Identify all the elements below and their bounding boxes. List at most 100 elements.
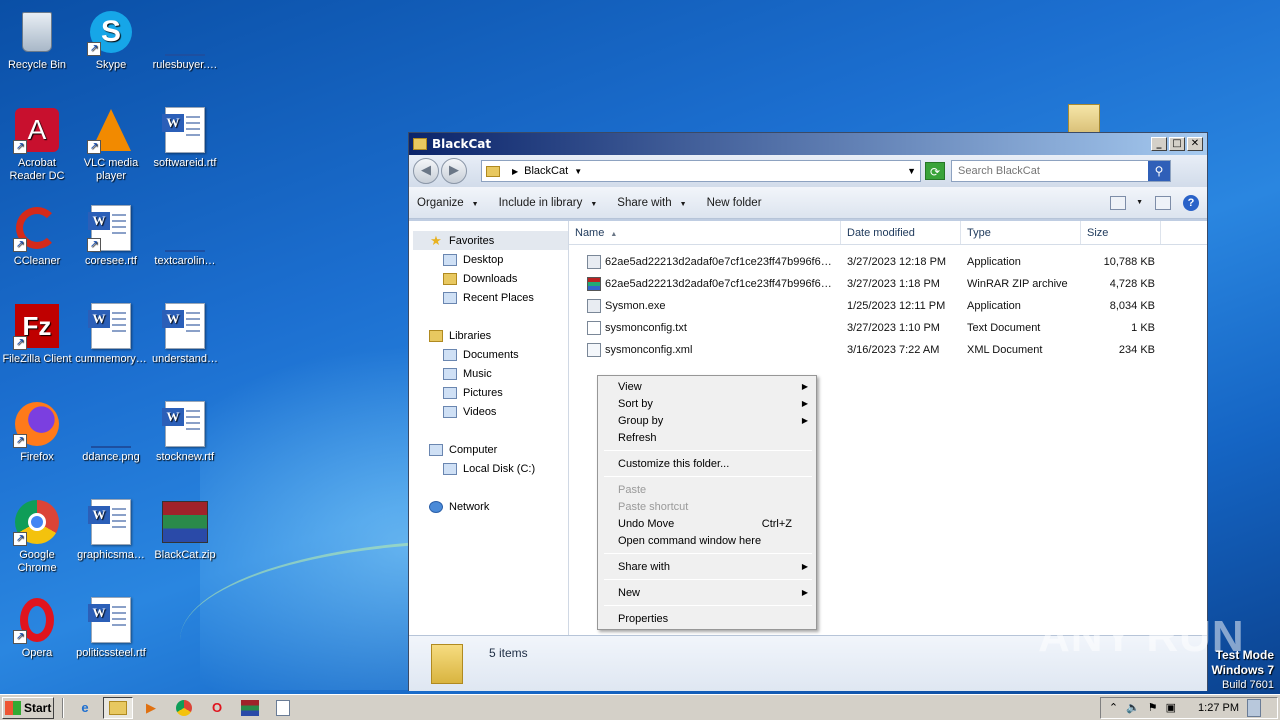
share-with-button[interactable]: Share with ▼ (617, 197, 686, 209)
network-icon (429, 500, 443, 513)
menu-item-open-command-window[interactable]: Open command window here (600, 532, 814, 549)
text-document-icon (587, 321, 601, 335)
chevron-down-icon[interactable]: ▼ (1136, 199, 1143, 206)
window-titlebar[interactable]: BlackCat _ □ ✕ (409, 133, 1207, 155)
search-icon[interactable]: ⚲ (1148, 161, 1170, 181)
desktop-icon-vlc[interactable]: ↗ VLC media player (74, 106, 148, 183)
desktop-icon-ccleaner[interactable]: ↗ CCleaner (0, 204, 74, 268)
nav-favorites[interactable]: ★ Favorites (413, 231, 568, 250)
desktop-icon-graphicsma[interactable]: W graphicsma… (74, 498, 148, 562)
desktop-icon-coresee[interactable]: W ↗ coresee.rtf (74, 204, 148, 268)
back-button[interactable]: ◀ (413, 158, 439, 184)
help-icon[interactable]: ? (1183, 194, 1199, 211)
desktop-icon-blackcat-zip[interactable]: BlackCat.zip (148, 498, 222, 562)
desktop-icon-chrome[interactable]: ↗ Google Chrome (0, 498, 74, 575)
desktop-icon-softwareid[interactable]: W softwareid.rtf (148, 106, 222, 170)
menu-item-sort-by[interactable]: Sort by ▶ (600, 395, 814, 412)
nav-desktop[interactable]: Desktop (409, 250, 568, 269)
menu-item-undo-move[interactable]: Undo Move Ctrl+Z (600, 515, 814, 532)
opera-taskbar-icon[interactable]: O (202, 697, 232, 719)
desktop-icon-opera[interactable]: ↗ Opera (0, 596, 74, 660)
nav-computer[interactable]: Computer (409, 440, 568, 459)
nav-music[interactable]: Music (409, 364, 568, 383)
menu-item-view[interactable]: View ▶ (600, 378, 814, 395)
maximize-button[interactable]: □ (1169, 137, 1185, 151)
nav-videos[interactable]: Videos (409, 402, 568, 421)
nav-network[interactable]: Network (409, 497, 568, 516)
star-icon: ★ (430, 232, 442, 248)
show-hidden-icons-icon[interactable]: ⌃ (1109, 701, 1118, 714)
network-tray-icon[interactable]: ▣ (1166, 701, 1176, 714)
show-desktop-button[interactable] (1247, 698, 1261, 717)
volume-icon[interactable]: 🔈 (1126, 701, 1140, 714)
nav-recent-places[interactable]: Recent Places (409, 288, 568, 307)
include-in-library-button[interactable]: Include in library ▼ (499, 197, 598, 209)
minimize-button[interactable]: _ (1151, 137, 1167, 151)
organize-button[interactable]: Organize ▼ (417, 197, 479, 209)
search-input[interactable] (952, 165, 1148, 177)
nav-pictures[interactable]: Pictures (409, 383, 568, 402)
chevron-right-icon[interactable]: ▶ (512, 167, 518, 176)
desktop-icon-stocknew[interactable]: W stocknew.rtf (148, 400, 222, 464)
menu-item-properties[interactable]: Properties (600, 610, 814, 627)
nav-documents[interactable]: Documents (409, 345, 568, 364)
desktop-icon-skype[interactable]: S ↗ Skype (74, 8, 148, 72)
file-row[interactable]: sysmonconfig.xml 3/16/2023 7:22 AM XML D… (569, 339, 1207, 361)
desktop-icon-politicssteel[interactable]: W politicssteel.rtf (74, 596, 148, 660)
desktop-icon-ddance[interactable]: ddance.png (74, 400, 148, 464)
breadcrumb-blackcat[interactable]: BlackCat (524, 165, 568, 177)
winrar-taskbar-icon[interactable] (235, 697, 265, 719)
desktop-icon-understand[interactable]: W understand… (148, 302, 222, 366)
new-folder-button[interactable]: New folder (707, 197, 762, 209)
blank-file-icon (161, 204, 209, 252)
file-row[interactable]: Sysmon.exe 1/25/2023 12:11 PM Applicatio… (569, 295, 1207, 317)
libraries-icon (429, 329, 443, 342)
desktop-icon-firefox[interactable]: ↗ Firefox (0, 400, 74, 464)
clock[interactable]: 1:27 PM (1198, 702, 1239, 714)
column-date-modified[interactable]: Date modified (841, 221, 961, 244)
search-box[interactable]: ⚲ (951, 160, 1171, 182)
videos-icon (443, 405, 457, 418)
desktop-icon-filezilla[interactable]: Fz ↗ FileZilla Client (0, 302, 74, 366)
file-row[interactable]: 62ae5ad22213d2adaf0e7cf1ce23ff47b996f6… … (569, 273, 1207, 295)
action-center-icon[interactable]: ⚑ (1148, 701, 1158, 714)
column-name[interactable]: Name ▲ (569, 221, 841, 244)
notepad-taskbar-icon[interactable] (268, 697, 298, 719)
explorer-taskbar-icon[interactable] (103, 696, 133, 719)
start-button[interactable]: Start (2, 696, 54, 719)
internet-explorer-icon[interactable]: e (70, 697, 100, 719)
refresh-icon[interactable]: ⟳ (925, 162, 945, 180)
forward-button[interactable]: ▶ (441, 158, 467, 184)
desktop-icon-rulesbuyer[interactable]: rulesbuyer.… (148, 8, 222, 72)
chevron-down-icon[interactable]: ▼ (574, 167, 582, 176)
menu-item-refresh[interactable]: Refresh (600, 429, 814, 446)
desktop-icon-recycle-bin[interactable]: Recycle Bin (0, 8, 74, 72)
file-row[interactable]: sysmonconfig.txt 3/27/2023 1:10 PM Text … (569, 317, 1207, 339)
menu-item-new[interactable]: New ▶ (600, 584, 814, 601)
media-player-icon[interactable]: ▶ (136, 697, 166, 719)
hidden-desktop-icon (1068, 104, 1100, 134)
close-button[interactable]: ✕ (1187, 137, 1203, 151)
desktop-icon-cummemory[interactable]: W cummemory… (74, 302, 148, 366)
column-size[interactable]: Size (1081, 221, 1161, 244)
column-type[interactable]: Type (961, 221, 1081, 244)
windows-logo-icon (5, 700, 21, 715)
chrome-taskbar-icon[interactable] (169, 697, 199, 719)
nav-downloads[interactable]: Downloads (409, 269, 568, 288)
desktop-icon-textcarolin[interactable]: textcarolin… (148, 204, 222, 268)
folder-icon (486, 165, 500, 177)
address-box[interactable]: ▶ BlackCat ▼ ▼ (481, 160, 921, 182)
computer-icon (429, 443, 443, 456)
menu-item-customize-folder[interactable]: Customize this folder... (600, 455, 814, 472)
menu-item-group-by[interactable]: Group by ▶ (600, 412, 814, 429)
address-history-dropdown[interactable]: ▼ (907, 166, 916, 176)
recent-places-icon (443, 291, 457, 304)
nav-libraries[interactable]: Libraries (409, 326, 568, 345)
file-row[interactable]: 62ae5ad22213d2adaf0e7cf1ce23ff47b996f6… … (569, 251, 1207, 273)
desktop-icon-acrobat[interactable]: A ↗ Acrobat Reader DC (0, 106, 74, 183)
preview-pane-icon[interactable] (1155, 195, 1171, 210)
nav-local-disk[interactable]: Local Disk (C:) (409, 459, 568, 478)
view-options-icon[interactable] (1110, 195, 1127, 210)
sort-ascending-icon: ▲ (610, 231, 618, 238)
menu-item-share-with[interactable]: Share with ▶ (600, 558, 814, 575)
